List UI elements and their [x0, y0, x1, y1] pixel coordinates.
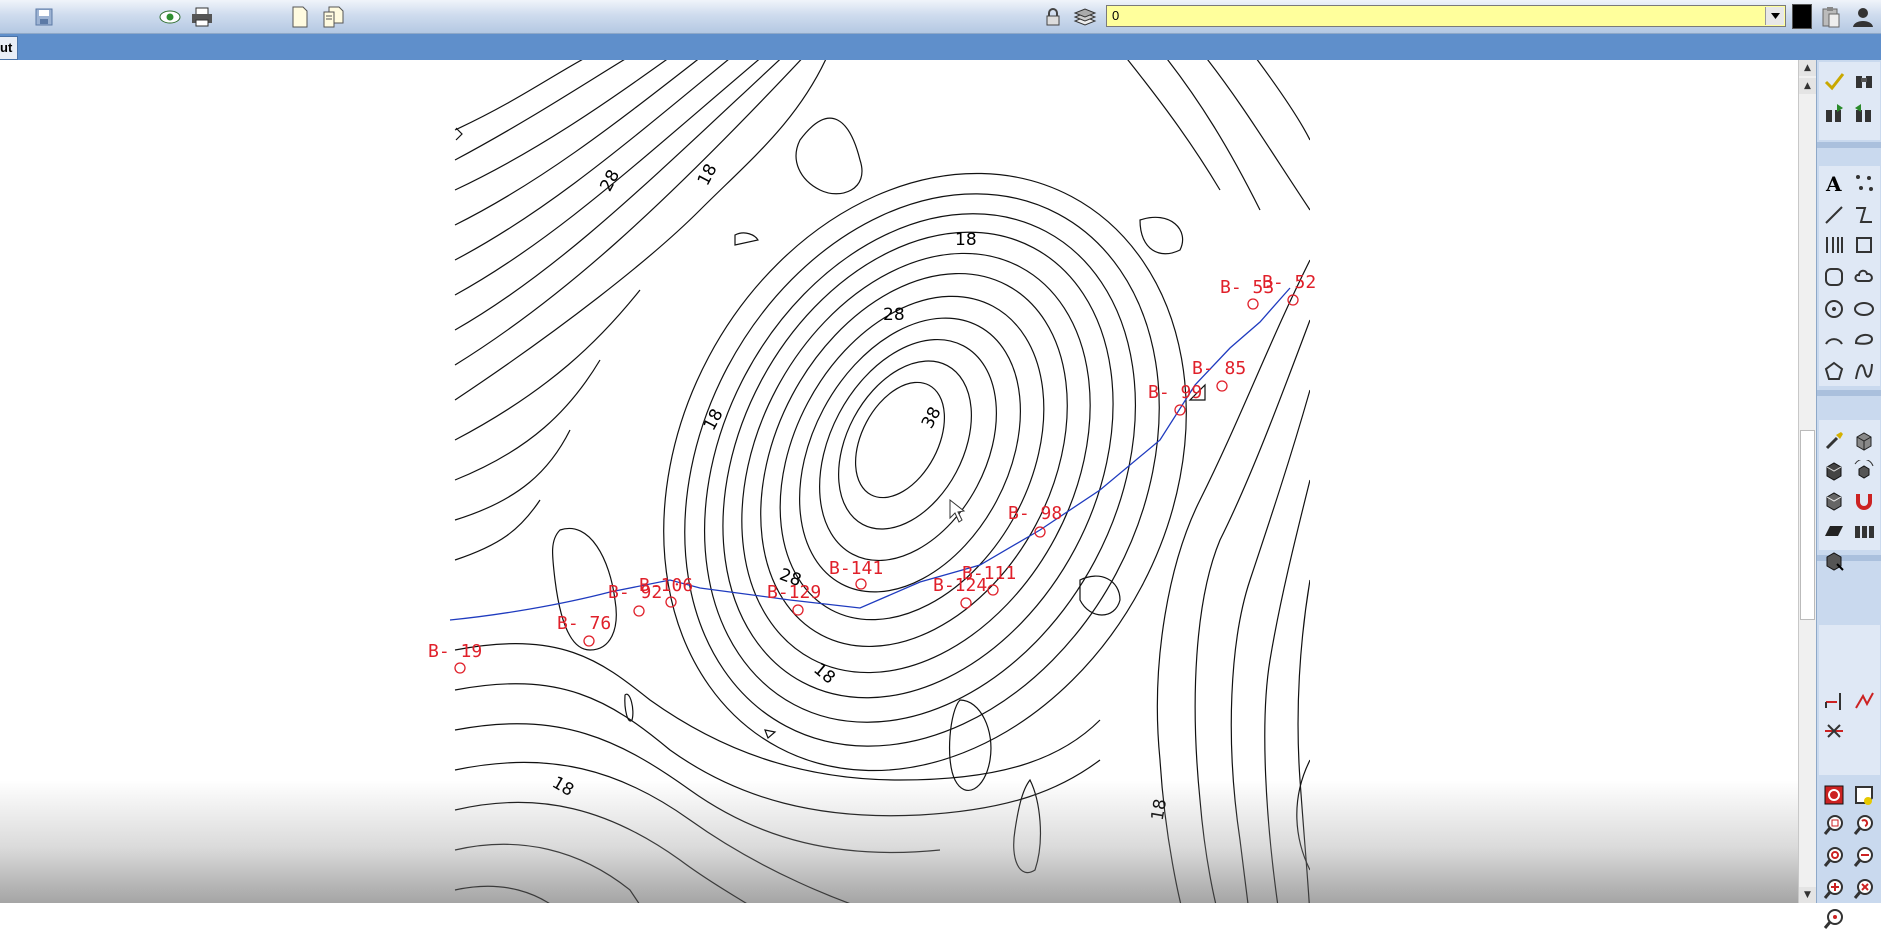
parallelogram-icon[interactable]	[1821, 518, 1847, 544]
refresh-icon[interactable]	[1821, 782, 1847, 808]
top-toolbar: 0	[0, 0, 1881, 34]
polygon-icon[interactable]	[1821, 358, 1847, 384]
vertical-scrollbar[interactable]: ▲ ▲ ▼	[1798, 60, 1816, 903]
borehole-label: B-124	[933, 575, 987, 596]
borehole-label: B- 76	[557, 613, 611, 634]
borehole-label: B- 19	[428, 641, 482, 662]
new-document-icon[interactable]	[288, 5, 312, 29]
contour-label: 18	[1148, 797, 1171, 822]
borehole-label: B- 92	[608, 582, 662, 603]
rectangle-icon[interactable]	[1851, 232, 1877, 258]
zoom-point-icon[interactable]	[1821, 906, 1847, 932]
arc-icon[interactable]	[1821, 326, 1847, 352]
contour-label: 28	[596, 166, 624, 194]
tool-separator	[1817, 390, 1881, 396]
zoom-out-icon[interactable]	[1851, 844, 1877, 870]
borehole-label: B-141	[829, 558, 883, 579]
spline-icon[interactable]	[1851, 326, 1877, 352]
zoom-in-icon[interactable]	[1821, 876, 1847, 902]
circle-icon[interactable]	[1821, 296, 1847, 322]
user-icon[interactable]	[1851, 5, 1875, 29]
paste-icon[interactable]	[1819, 5, 1843, 29]
svg-text:A: A	[1825, 172, 1842, 194]
points-icon[interactable]	[1851, 170, 1877, 196]
trim-icon[interactable]	[1851, 688, 1877, 714]
check-icon[interactable]	[1821, 68, 1847, 94]
dimension-icon[interactable]	[1821, 232, 1847, 258]
magnet-icon[interactable]	[1851, 488, 1877, 514]
tool-separator	[1817, 142, 1881, 148]
polyline-icon[interactable]	[1851, 202, 1877, 228]
pan-icon[interactable]	[1851, 782, 1877, 808]
document-properties-icon[interactable]	[322, 5, 346, 29]
binoculars-icon[interactable]	[1851, 68, 1877, 94]
wall-icon[interactable]	[1851, 518, 1877, 544]
zoom-extents-icon[interactable]	[1851, 812, 1877, 838]
contour-label: 18	[809, 659, 838, 688]
rounded-rect-icon[interactable]	[1821, 264, 1847, 290]
zoom-realtime-icon[interactable]	[1821, 844, 1847, 870]
visibility-icon[interactable]	[158, 5, 182, 29]
cursor-icon	[949, 498, 966, 523]
extend-icon[interactable]	[1821, 688, 1847, 714]
brush-icon[interactable]	[1821, 428, 1847, 454]
ellipse-icon[interactable]	[1851, 296, 1877, 322]
cloud-icon[interactable]	[1851, 264, 1877, 290]
scrollbar-thumb[interactable]	[1800, 430, 1815, 620]
scroll-down-icon[interactable]: ▼	[1799, 887, 1816, 903]
line-icon[interactable]	[1821, 202, 1847, 228]
layer-select-value: 0	[1112, 8, 1120, 23]
scroll-top-icon[interactable]: ▲	[1799, 60, 1816, 76]
contour-label: 18	[955, 230, 977, 250]
move-icon[interactable]	[1821, 548, 1847, 574]
zoom-window-icon[interactable]	[1821, 812, 1847, 838]
tab-layout[interactable]: ut	[0, 36, 19, 60]
layer-select[interactable]: 0	[1106, 5, 1786, 27]
cube-icon[interactable]	[1821, 458, 1847, 484]
save-icon[interactable]	[32, 5, 56, 29]
borehole-label: B- 85	[1192, 358, 1246, 379]
layers-icon[interactable]	[1073, 5, 1097, 29]
zoom-cancel-icon[interactable]	[1851, 876, 1877, 902]
color-swatch-icon[interactable]	[1792, 4, 1812, 29]
contour-label: 28	[883, 305, 905, 325]
curve-icon[interactable]	[1851, 358, 1877, 384]
tool-palette: A	[1816, 60, 1881, 929]
cube-icon[interactable]	[1821, 488, 1847, 514]
text-icon[interactable]: A	[1821, 170, 1847, 196]
contour-label: 18	[700, 406, 728, 434]
contour-label: 18	[548, 773, 577, 801]
contour-label: 38	[918, 404, 946, 432]
borehole-label: B- 52	[1262, 272, 1316, 293]
lock-icon[interactable]	[1041, 5, 1065, 29]
borehole-label: B- 98	[1008, 503, 1062, 524]
contour-map: B- 53 B- 52 B- 85 B- 99 B- 98 B-141 B-11…	[428, 60, 1316, 903]
find-prev-icon[interactable]	[1851, 100, 1877, 126]
cut-icon[interactable]	[1821, 718, 1847, 744]
drawing-canvas[interactable]: B- 53 B- 52 B- 85 B- 99 B- 98 B-141 B-11…	[0, 60, 1798, 903]
cube-rotate-icon[interactable]	[1851, 458, 1877, 484]
print-icon[interactable]	[190, 5, 214, 29]
chevron-down-icon[interactable]	[1765, 7, 1784, 25]
scroll-up-icon[interactable]: ▲	[1799, 78, 1816, 94]
borehole-label: B- 99	[1148, 382, 1202, 403]
layout-tab-bar: ut	[0, 34, 1881, 60]
find-next-icon[interactable]	[1821, 100, 1847, 126]
cube-icon[interactable]	[1851, 428, 1877, 454]
